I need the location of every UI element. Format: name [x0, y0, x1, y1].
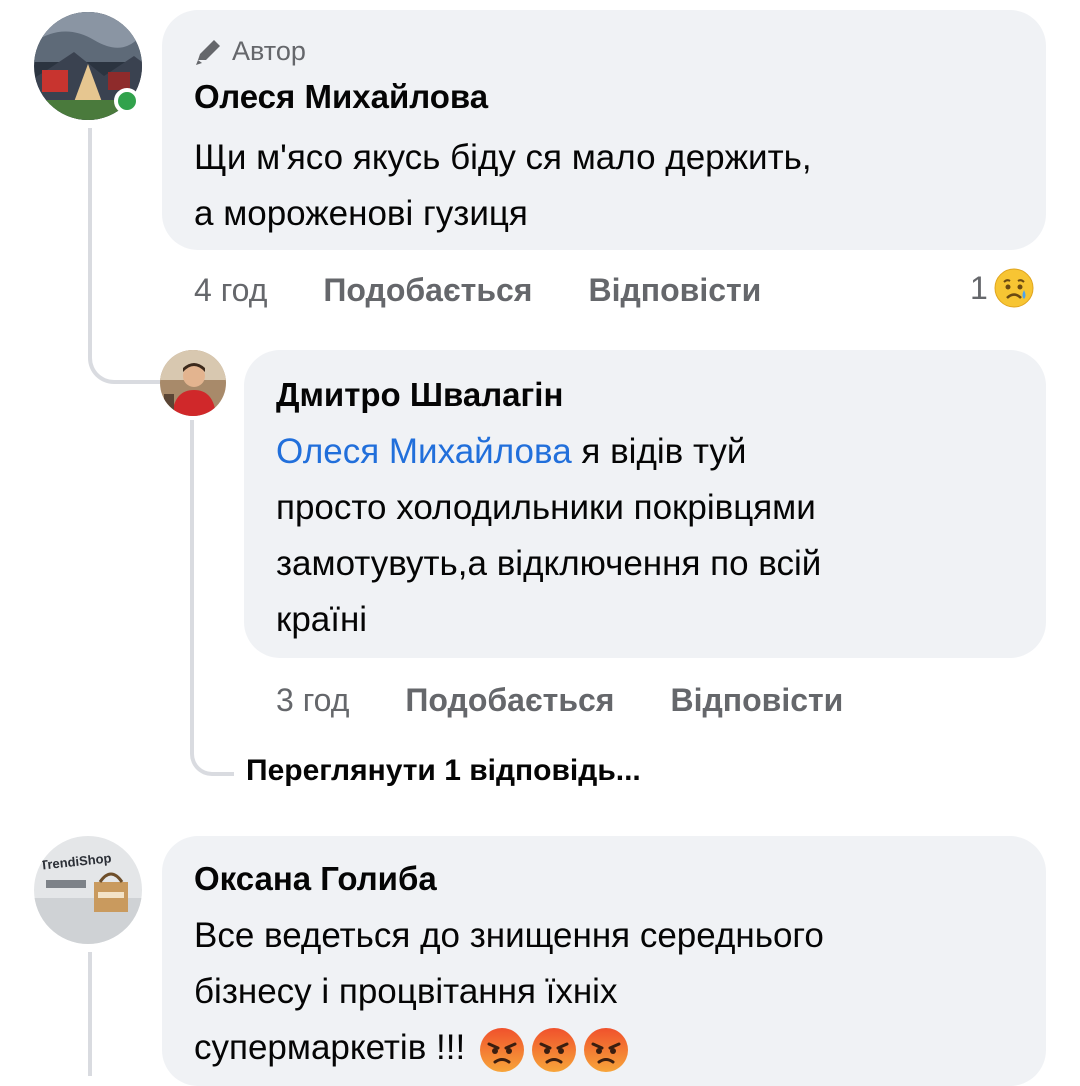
like-button[interactable]: Подобається [323, 272, 532, 309]
angry-emoji-icon [479, 1027, 524, 1072]
comment-text-line: країні [276, 600, 368, 639]
comment-author-name[interactable]: Оксана Голиба [194, 860, 437, 898]
author-badge-label: Автор [232, 36, 306, 66]
pencil-icon [196, 39, 220, 65]
reply-button[interactable]: Відповісти [670, 682, 843, 719]
sad-emoji-icon [994, 268, 1034, 308]
comment-text-line: супермаркетів !!! [194, 1020, 629, 1076]
comment-author-name[interactable]: Дмитро Швалагін [276, 376, 563, 414]
angry-emoji-icon [583, 1027, 628, 1072]
comment-actions: 4 год Подобається Відповісти [194, 272, 761, 309]
reaction-summary[interactable]: 1 [970, 268, 1034, 308]
like-button[interactable]: Подобається [405, 682, 614, 719]
mention-link[interactable]: Олеся Михайлова [276, 432, 572, 471]
reaction-count: 1 [970, 269, 988, 306]
comment-text-line: Все ведеться до знищення середнього [194, 916, 824, 955]
avatar-photo-icon [160, 350, 226, 416]
comment-text-line: Щи м'ясо якусь біду ся мало держить, [194, 138, 812, 177]
comment-text-segment: я відів туй [571, 432, 747, 471]
comment-timestamp[interactable]: 3 год [276, 682, 349, 719]
online-status-indicator [114, 88, 140, 114]
comment-timestamp[interactable]: 4 год [194, 272, 267, 309]
comment-text-segment: супермаркетів !!! [194, 1028, 466, 1067]
thread-line-bottom [88, 952, 92, 1076]
thread-line-reply [190, 420, 234, 776]
comment-text-line: замотувуть,а відключення по всій [276, 544, 822, 583]
angry-emoji-icon [531, 1027, 576, 1072]
comment-text-line: просто холодильники покрівцями [276, 488, 816, 527]
author-badge: Автор [194, 36, 306, 67]
comment-author-name[interactable]: Олеся Михайлова [194, 78, 488, 116]
comment-text-line: Олеся Михайлова я відів туй [276, 424, 746, 480]
comment-text-line: а мороженові гузиця [194, 194, 528, 233]
comment-actions: 3 год Подобається Відповісти [276, 682, 843, 719]
avatar[interactable] [160, 350, 226, 416]
emoji-group [479, 1027, 629, 1073]
view-replies-link[interactable]: Переглянути 1 відповідь... [246, 754, 641, 788]
comment-text-line: бізнесу і процвітання їхніх [194, 972, 618, 1011]
avatar[interactable]: TrendiShop [34, 836, 142, 944]
reply-button[interactable]: Відповісти [588, 272, 761, 309]
